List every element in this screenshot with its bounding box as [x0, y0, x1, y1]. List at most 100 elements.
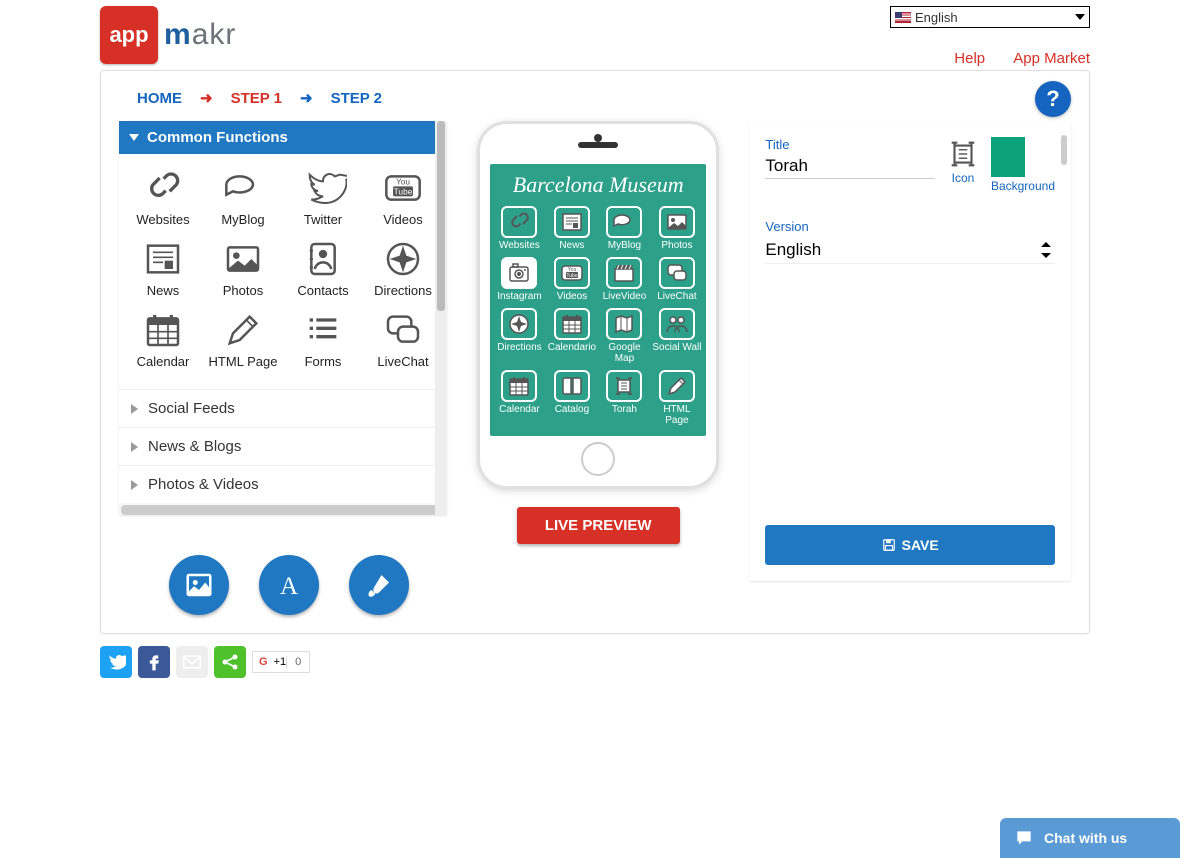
chat-icon — [379, 310, 427, 350]
tile-label: Instagram — [494, 291, 545, 302]
help-link[interactable]: Help — [954, 50, 985, 67]
function-calendar[interactable]: Calendar — [123, 304, 203, 375]
tile-label: Google Map — [599, 342, 650, 364]
horizontal-scrollbar[interactable] — [121, 505, 445, 515]
scrollbar[interactable] — [1061, 135, 1067, 165]
function-label: Calendar — [125, 354, 201, 369]
share-facebook-button[interactable] — [138, 646, 170, 678]
language-selector[interactable]: English — [890, 6, 1090, 28]
accordion-photos-videos[interactable]: Photos & Videos — [119, 465, 447, 503]
breadcrumb-step2[interactable]: STEP 2 — [331, 90, 382, 107]
scrollbar[interactable] — [435, 121, 447, 515]
map-icon — [606, 308, 642, 340]
accordion-news-blogs[interactable]: News & Blogs — [119, 427, 447, 465]
image-button[interactable] — [169, 555, 229, 615]
app-tile-calendar[interactable]: Calendar — [494, 368, 545, 428]
contacts-icon — [299, 239, 347, 279]
app-tile-livevideo[interactable]: LiveVideo — [599, 255, 650, 304]
help-badge[interactable]: ? — [1035, 81, 1071, 117]
accordion-label: Common Functions — [147, 129, 288, 146]
icon-picker[interactable]: Icon — [945, 137, 981, 185]
tile-label: Social Wall — [652, 342, 703, 353]
triangle-right-icon — [131, 442, 138, 452]
triangle-right-icon — [131, 480, 138, 490]
chat-widget[interactable]: Chat with us — [1000, 818, 1180, 858]
tile-label: Torah — [599, 404, 650, 415]
function-livechat[interactable]: LiveChat — [363, 304, 443, 375]
function-label: LiveChat — [365, 354, 441, 369]
function-contacts[interactable]: Contacts — [283, 233, 363, 304]
function-label: Contacts — [285, 283, 361, 298]
function-html-page[interactable]: HTML Page — [203, 304, 283, 375]
app-tile-videos[interactable]: Videos — [547, 255, 598, 304]
app-tile-html-page[interactable]: HTML Page — [652, 368, 703, 428]
accordion-common-functions[interactable]: Common Functions — [119, 121, 447, 154]
function-label: Videos — [365, 212, 441, 227]
youtube-icon — [554, 257, 590, 289]
gplus-icon: G — [253, 656, 274, 668]
app-tile-social-wall[interactable]: Social Wall — [652, 306, 703, 366]
app-tile-directions[interactable]: Directions — [494, 306, 545, 366]
function-photos[interactable]: Photos — [203, 233, 283, 304]
share-row: G +1 0 — [100, 646, 1190, 678]
tile-label: MyBlog — [599, 240, 650, 251]
share-twitter-button[interactable] — [100, 646, 132, 678]
function-news[interactable]: News — [123, 233, 203, 304]
tile-label: Calendar — [494, 404, 545, 415]
function-directions[interactable]: Directions — [363, 233, 443, 304]
accordion-label: Photos & Videos — [148, 476, 259, 493]
link-icon — [501, 206, 537, 238]
function-forms[interactable]: Forms — [283, 304, 363, 375]
breadcrumb-home[interactable]: HOME — [137, 90, 182, 107]
title-label: Title — [765, 137, 935, 152]
app-market-link[interactable]: App Market — [1013, 50, 1090, 67]
phone-speaker-icon — [578, 142, 618, 148]
save-button[interactable]: SAVE — [765, 525, 1055, 565]
save-icon — [882, 538, 896, 552]
app-tile-news[interactable]: News — [547, 204, 598, 253]
background-picker[interactable]: Background — [991, 137, 1055, 193]
compass-icon — [379, 239, 427, 279]
app-tile-myblog[interactable]: MyBlog — [599, 204, 650, 253]
background-swatch — [991, 137, 1025, 177]
app-tile-google-map[interactable]: Google Map — [599, 306, 650, 366]
font-button[interactable] — [259, 555, 319, 615]
icon-label: Icon — [952, 171, 975, 185]
share-email-button[interactable] — [176, 646, 208, 678]
accordion-label: News & Blogs — [148, 438, 241, 455]
tile-label: Calendario — [547, 342, 598, 353]
calendar-icon — [554, 308, 590, 340]
logo[interactable]: app makr — [100, 6, 236, 64]
app-tile-instagram[interactable]: Instagram — [494, 255, 545, 304]
app-tile-calendario[interactable]: Calendario — [547, 306, 598, 366]
live-preview-button[interactable]: LIVE PREVIEW — [517, 507, 680, 544]
function-label: Photos — [205, 283, 281, 298]
scroll-icon — [606, 370, 642, 402]
forms-icon — [299, 310, 347, 350]
chat-icon — [659, 257, 695, 289]
tile-label: News — [547, 240, 598, 251]
app-tile-photos[interactable]: Photos — [652, 204, 703, 253]
function-websites[interactable]: Websites — [123, 162, 203, 233]
breadcrumb-step1[interactable]: STEP 1 — [231, 90, 282, 107]
book-icon — [554, 370, 590, 402]
app-tile-catalog[interactable]: Catalog — [547, 368, 598, 428]
app-tile-websites[interactable]: Websites — [494, 204, 545, 253]
share-link-button[interactable] — [214, 646, 246, 678]
app-tile-livechat[interactable]: LiveChat — [652, 255, 703, 304]
function-myblog[interactable]: MyBlog — [203, 162, 283, 233]
version-select[interactable]: English — [765, 236, 1055, 264]
function-videos[interactable]: Videos — [363, 162, 443, 233]
brush-button[interactable] — [349, 555, 409, 615]
function-label: Directions — [365, 283, 441, 298]
accordion-social-feeds[interactable]: Social Feeds — [119, 389, 447, 427]
youtube-icon — [379, 168, 427, 208]
phone-home-icon — [581, 442, 615, 476]
twitter-icon — [106, 652, 126, 672]
app-tile-torah[interactable]: Torah — [599, 368, 650, 428]
tile-label: LiveVideo — [599, 291, 650, 302]
function-twitter[interactable]: Twitter — [283, 162, 363, 233]
google-plus-button[interactable]: G +1 0 — [252, 651, 310, 673]
news-icon — [554, 206, 590, 238]
title-input[interactable] — [765, 154, 935, 179]
